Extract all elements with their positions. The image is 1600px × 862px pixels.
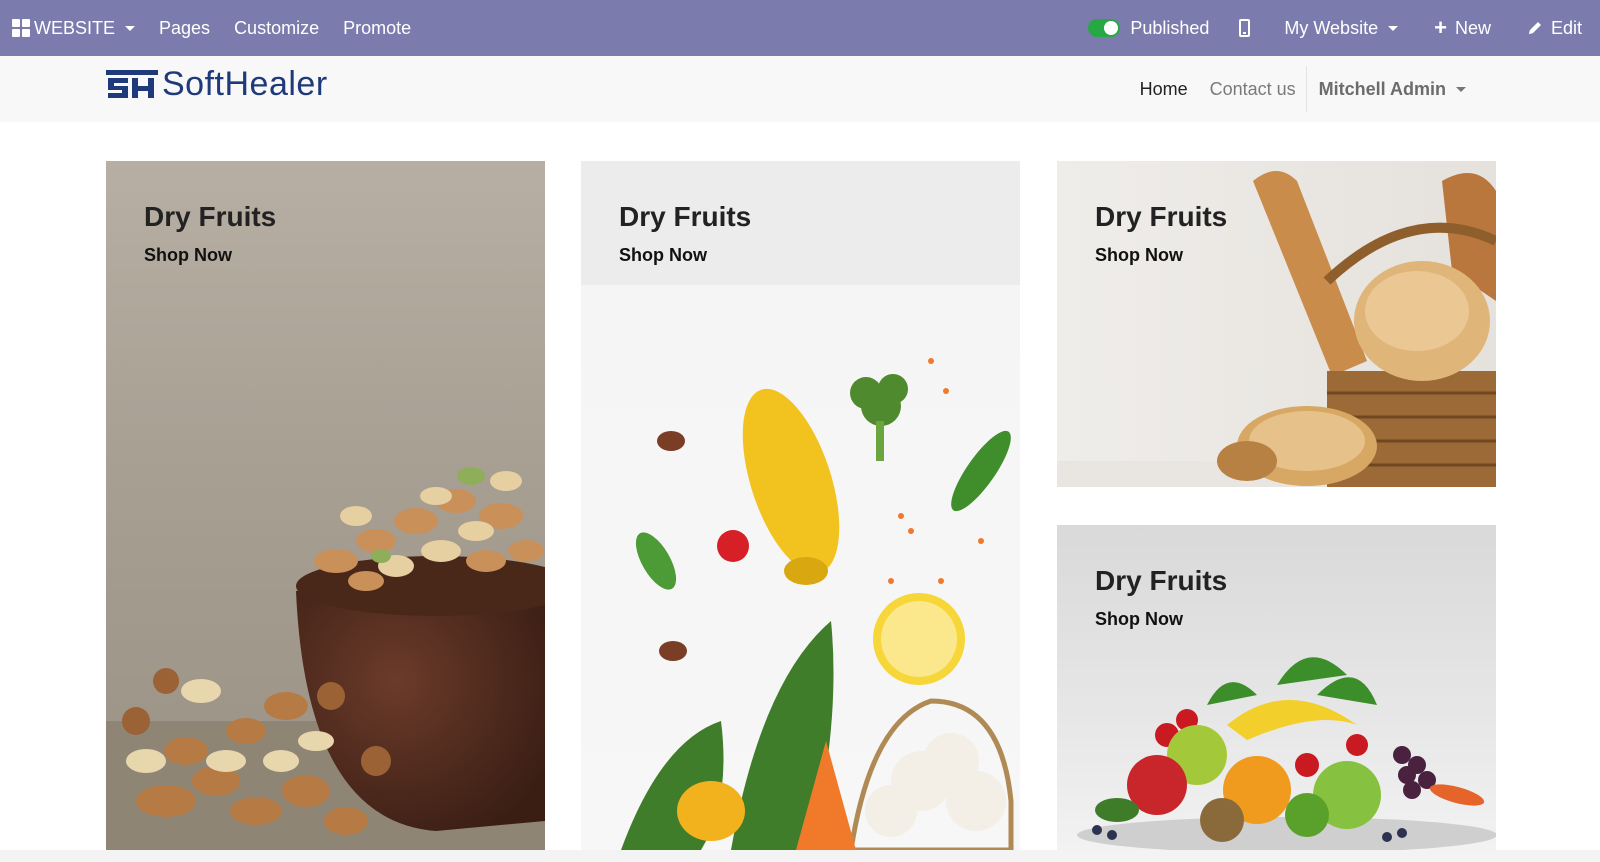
menu-pages[interactable]: Pages bbox=[159, 0, 234, 56]
nav-home[interactable]: Home bbox=[1140, 79, 1188, 100]
mobile-preview-button[interactable] bbox=[1239, 0, 1284, 56]
banner-card[interactable]: Dry Fruits Shop Now bbox=[1057, 525, 1496, 850]
site-header: SoftHealer Home Contact us Mitchell Admi… bbox=[0, 56, 1600, 122]
plus-icon: + bbox=[1434, 15, 1447, 40]
nav-divider bbox=[1305, 66, 1307, 112]
admin-bar: WEBSITE Pages Customize Promote Publishe… bbox=[0, 0, 1600, 56]
card-title: Dry Fruits bbox=[619, 201, 752, 232]
shop-now-link[interactable]: Shop Now bbox=[1095, 609, 1183, 630]
user-name: Mitchell Admin bbox=[1318, 78, 1446, 99]
card-title: Dry Fruits bbox=[1095, 565, 1228, 596]
edit-label: Edit bbox=[1550, 17, 1582, 38]
new-button[interactable]: + New bbox=[1434, 0, 1527, 56]
chevron-down-icon bbox=[125, 25, 136, 31]
card-title: Dry Fruits bbox=[144, 201, 277, 232]
published-label: Published bbox=[1130, 17, 1210, 38]
menu-customize[interactable]: Customize bbox=[234, 0, 343, 56]
apps-grid-icon bbox=[12, 19, 30, 37]
banner-card[interactable]: Dry Fruits Shop Now bbox=[1057, 161, 1496, 487]
website-switcher[interactable]: My Website bbox=[1284, 0, 1434, 56]
logo-mark-icon bbox=[106, 70, 158, 98]
card-title: Dry Fruits bbox=[1095, 201, 1228, 232]
site-logo[interactable]: SoftHealer bbox=[106, 64, 328, 103]
nav-contact[interactable]: Contact us bbox=[1210, 79, 1296, 100]
shop-now-link[interactable]: Shop Now bbox=[1095, 245, 1183, 266]
main-nav: Home Contact us Mitchell Admin bbox=[1118, 56, 1466, 122]
pencil-icon bbox=[1527, 20, 1543, 36]
shop-now-link[interactable]: Shop Now bbox=[144, 245, 232, 266]
toggle-switch[interactable] bbox=[1088, 19, 1121, 37]
app-label: WEBSITE bbox=[34, 17, 116, 38]
mobile-icon bbox=[1239, 19, 1251, 37]
website-label: My Website bbox=[1284, 17, 1379, 38]
banner-card[interactable]: Dry Fruits Shop Now bbox=[581, 161, 1020, 850]
logo-text: SoftHealer bbox=[162, 64, 328, 103]
website-app-menu[interactable]: WEBSITE bbox=[0, 0, 159, 56]
chevron-down-icon bbox=[1388, 25, 1399, 31]
chevron-down-icon bbox=[1456, 86, 1466, 92]
shop-now-link[interactable]: Shop Now bbox=[619, 245, 707, 266]
edit-button[interactable]: Edit bbox=[1527, 0, 1582, 56]
page-footer-strip bbox=[0, 850, 1600, 862]
new-label: New bbox=[1454, 17, 1491, 38]
user-menu[interactable]: Mitchell Admin bbox=[1319, 79, 1466, 100]
menu-promote[interactable]: Promote bbox=[343, 0, 435, 56]
banner-card[interactable]: Dry Fruits Shop Now bbox=[106, 161, 545, 850]
published-toggle[interactable]: Published bbox=[1088, 0, 1239, 56]
